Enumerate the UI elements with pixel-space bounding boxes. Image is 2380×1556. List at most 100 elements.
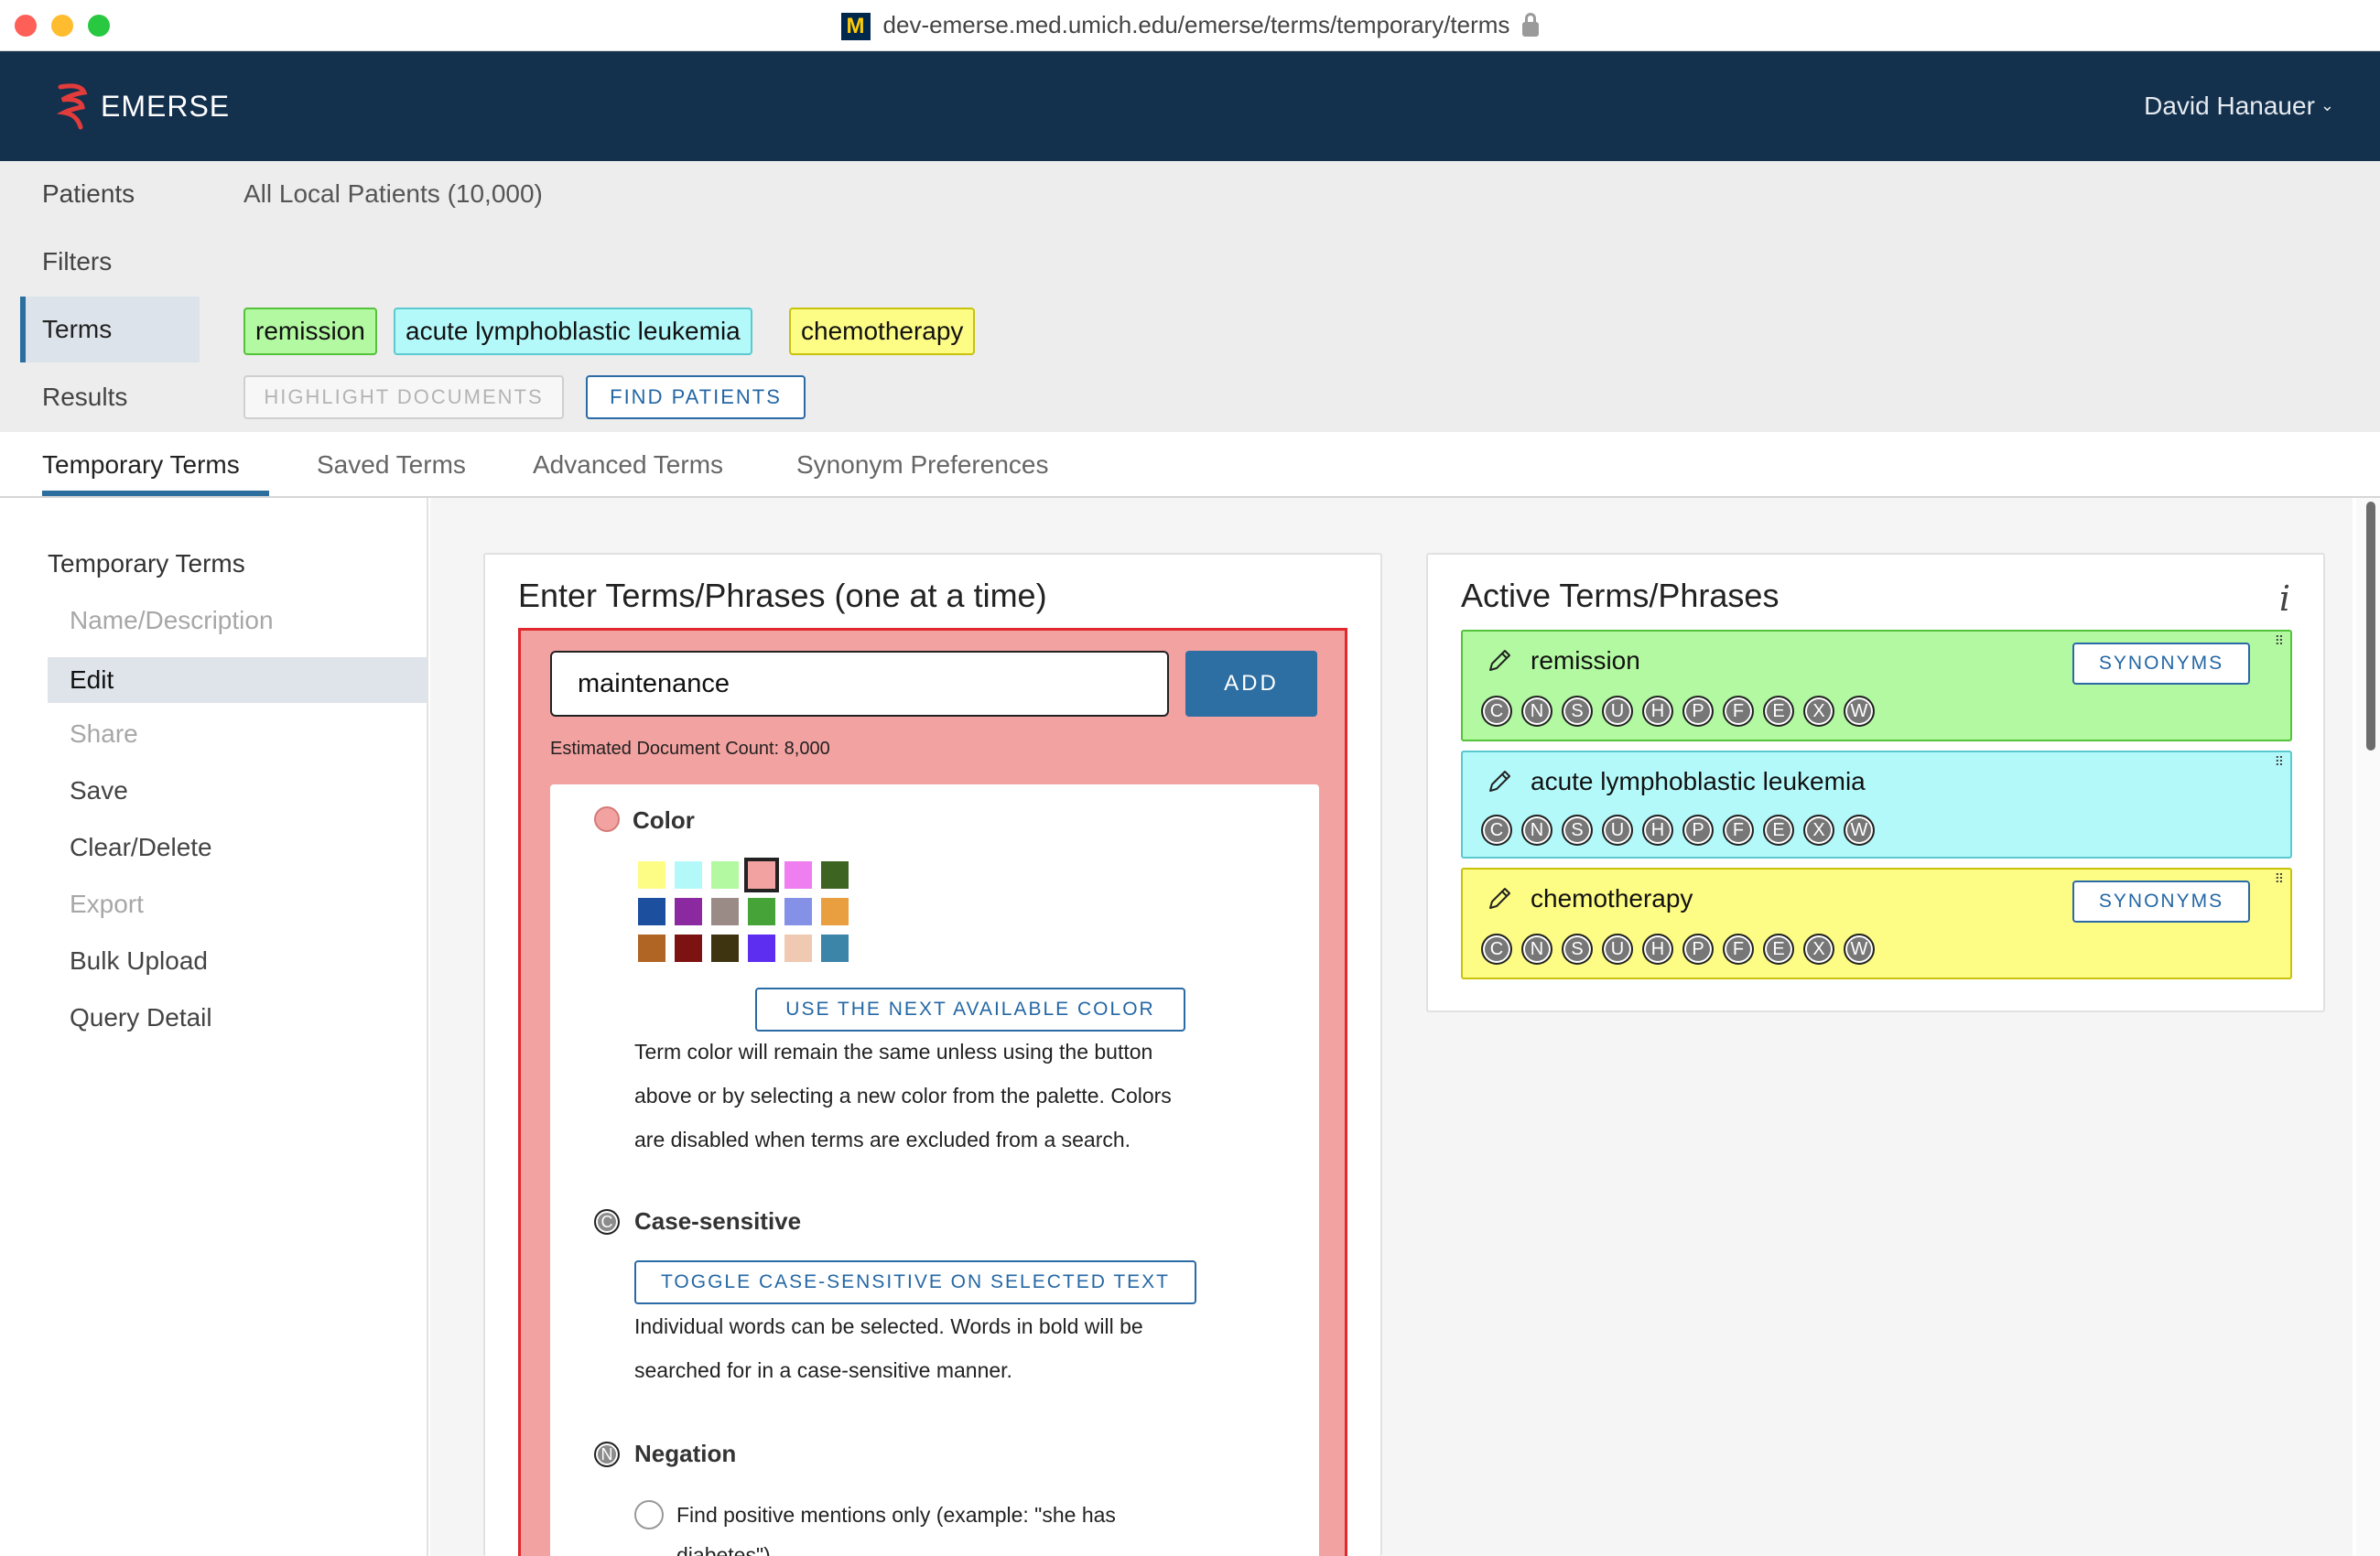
option-flag-u-icon[interactable]: U	[1602, 934, 1633, 965]
info-icon[interactable]: i	[2279, 578, 2290, 619]
active-term-card[interactable]: acute lymphoblastic leukemia ⠿ C N S U H P F E X W	[1461, 751, 2292, 859]
synonyms-button[interactable]: SYNONYMS	[2072, 881, 2250, 923]
option-flag-c-icon[interactable]: C	[1481, 815, 1512, 846]
option-flag-s-icon[interactable]: S	[1562, 815, 1593, 846]
color-swatch[interactable]	[638, 861, 665, 889]
user-name: David Hanauer	[2144, 92, 2315, 120]
option-flag-n-icon[interactable]: N	[1521, 934, 1552, 965]
color-swatch[interactable]	[711, 898, 739, 925]
sidenav-item-export[interactable]: Export	[70, 890, 144, 919]
case-sensitive-title: Case-sensitive	[634, 1207, 802, 1235]
highlight-documents-button[interactable]: HIGHLIGHT DOCUMENTS	[243, 375, 564, 419]
term-chip[interactable]: acute lymphoblastic leukemia	[394, 308, 752, 355]
option-flag-f-icon[interactable]: F	[1723, 934, 1754, 965]
summary-terms-link[interactable]: Terms	[20, 297, 200, 362]
option-flag-e-icon[interactable]: E	[1763, 696, 1794, 727]
edit-pencil-icon[interactable]	[1485, 646, 1514, 675]
url-text: dev-emerse.med.umich.edu/emerse/terms/te…	[882, 11, 1510, 38]
term-chip[interactable]: chemotherapy	[789, 308, 976, 355]
color-swatch[interactable]	[821, 861, 849, 889]
sidenav-item-name-description[interactable]: Name/Description	[70, 606, 274, 635]
sidenav-item-bulk-upload[interactable]: Bulk Upload	[70, 946, 208, 976]
find-patients-button[interactable]: FIND PATIENTS	[586, 375, 806, 419]
positive-mentions-radio[interactable]	[634, 1500, 664, 1529]
term-chip[interactable]: remission	[243, 308, 377, 355]
emerse-logo-icon	[56, 83, 88, 130]
tab-synonym-preferences[interactable]: Synonym Preferences	[796, 450, 1048, 480]
color-swatch[interactable]	[711, 935, 739, 962]
edit-pencil-icon[interactable]	[1485, 884, 1514, 913]
option-flag-f-icon[interactable]: F	[1723, 815, 1754, 846]
sidenav-item-save[interactable]: Save	[70, 776, 128, 805]
add-term-button[interactable]: ADD	[1185, 651, 1317, 717]
drag-handle-icon[interactable]: ⠿	[2275, 755, 2284, 768]
option-flag-x-icon[interactable]: X	[1803, 696, 1834, 727]
color-swatch[interactable]	[748, 935, 775, 962]
active-term-card[interactable]: chemotherapy SYNONYMS ⠿ C N S U H P F E X W	[1461, 868, 2292, 979]
option-flag-s-icon[interactable]: S	[1562, 696, 1593, 727]
option-flag-w-icon[interactable]: W	[1844, 934, 1875, 965]
drag-handle-icon[interactable]: ⠿	[2275, 634, 2284, 647]
option-flag-h-icon[interactable]: H	[1642, 934, 1673, 965]
option-flag-n-icon[interactable]: N	[1521, 696, 1552, 727]
color-swatch[interactable]	[675, 935, 702, 962]
sidenav-item-query-detail[interactable]: Query Detail	[70, 1003, 212, 1032]
option-flag-x-icon[interactable]: X	[1803, 934, 1834, 965]
summary-patients-link[interactable]: Patients	[42, 179, 135, 209]
sidenav-item-share[interactable]: Share	[70, 719, 138, 749]
scrollbar-thumb[interactable]	[2366, 502, 2375, 751]
option-flag-p-icon[interactable]: P	[1682, 815, 1714, 846]
option-flag-n-icon[interactable]: N	[1521, 815, 1552, 846]
summary-filters-link[interactable]: Filters	[42, 247, 112, 276]
option-flag-c-icon[interactable]: C	[1481, 934, 1512, 965]
sidenav-item-clear-delete[interactable]: Clear/Delete	[70, 833, 212, 862]
option-flag-e-icon[interactable]: E	[1763, 815, 1794, 846]
option-flag-u-icon[interactable]: U	[1602, 815, 1633, 846]
option-flag-h-icon[interactable]: H	[1642, 696, 1673, 727]
color-swatch[interactable]	[821, 935, 849, 962]
option-flag-w-icon[interactable]: W	[1844, 815, 1875, 846]
negation-icon: N	[594, 1442, 620, 1467]
option-flag-s-icon[interactable]: S	[1562, 934, 1593, 965]
color-swatch[interactable]	[675, 898, 702, 925]
option-flag-p-icon[interactable]: P	[1682, 934, 1714, 965]
option-flag-c-icon[interactable]: C	[1481, 696, 1512, 727]
case-help-line-2: searched for in a case-sensitive manner.	[634, 1358, 1012, 1382]
enter-terms-title: Enter Terms/Phrases (one at a time)	[518, 577, 1047, 614]
color-swatch[interactable]	[784, 898, 812, 925]
drag-handle-icon[interactable]: ⠿	[2275, 872, 2284, 885]
option-flag-u-icon[interactable]: U	[1602, 696, 1633, 727]
address-bar[interactable]: Mdev-emerse.med.umich.edu/emerse/terms/t…	[0, 11, 2380, 41]
estimated-document-count: Estimated Document Count: 8,000	[550, 739, 830, 759]
option-flag-x-icon[interactable]: X	[1803, 815, 1834, 846]
color-swatch[interactable]	[748, 898, 775, 925]
option-flag-w-icon[interactable]: W	[1844, 696, 1875, 727]
user-menu[interactable]: David Hanauer ⌄	[2144, 92, 2334, 121]
color-swatch[interactable]	[675, 861, 702, 889]
color-swatch[interactable]	[711, 861, 739, 889]
tab-saved-terms[interactable]: Saved Terms	[317, 450, 466, 480]
emerse-logo[interactable]: EMERSE	[53, 79, 230, 134]
synonyms-button[interactable]: SYNONYMS	[2072, 643, 2250, 685]
color-swatch[interactable]	[744, 858, 779, 892]
color-swatch[interactable]	[821, 898, 849, 925]
tab-advanced-terms[interactable]: Advanced Terms	[533, 450, 723, 480]
active-term-card[interactable]: remission SYNONYMS ⠿ C N S U H P F E X W	[1461, 630, 2292, 741]
tab-temporary-terms[interactable]: Temporary Terms	[42, 450, 240, 480]
summary-results-link[interactable]: Results	[42, 383, 127, 412]
terms-tabs: Temporary Terms Saved Terms Advanced Ter…	[0, 432, 2380, 498]
option-flag-e-icon[interactable]: E	[1763, 934, 1794, 965]
color-swatch[interactable]	[784, 935, 812, 962]
active-term-label: remission	[1531, 646, 1640, 675]
color-swatch[interactable]	[638, 898, 665, 925]
sidenav-item-edit[interactable]: Edit	[48, 657, 427, 703]
term-input[interactable]	[550, 651, 1169, 717]
next-color-button[interactable]: USE THE NEXT AVAILABLE COLOR	[755, 988, 1185, 1032]
option-flag-h-icon[interactable]: H	[1642, 815, 1673, 846]
edit-pencil-icon[interactable]	[1485, 767, 1514, 796]
color-swatch[interactable]	[638, 935, 665, 962]
option-flag-p-icon[interactable]: P	[1682, 696, 1714, 727]
color-swatch[interactable]	[784, 861, 812, 889]
option-flag-f-icon[interactable]: F	[1723, 696, 1754, 727]
toggle-case-sensitive-button[interactable]: TOGGLE CASE-SENSITIVE ON SELECTED TEXT	[634, 1260, 1196, 1304]
